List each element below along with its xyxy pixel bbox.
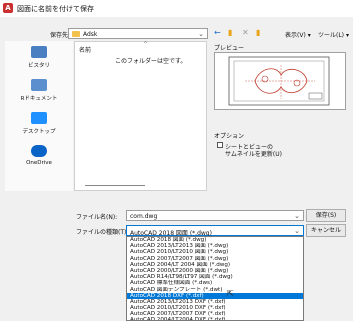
place-label: Rドキュメント [20, 96, 58, 102]
chevron-down-icon: ⌄ [294, 227, 300, 235]
options-label: オプション [214, 133, 245, 140]
new-folder-icon[interactable]: ▮ [256, 28, 260, 38]
preview-pane [214, 52, 346, 110]
drawing-thumbnail [228, 56, 330, 106]
tools-menu[interactable]: ツール(L) ▾ [318, 30, 349, 39]
place-label: ビスタリ [27, 63, 50, 69]
tools-label: ツール(L) [318, 32, 345, 39]
chevron-down-icon: ⌄ [198, 30, 204, 38]
empty-folder-message: このフォルダーは空です。 [115, 58, 187, 65]
place-desktop[interactable]: デスクトップ [5, 112, 73, 135]
filename-label: ファイル名(N): [76, 214, 118, 221]
app-icon: A [3, 3, 13, 13]
filename-value: com.dwg [130, 213, 158, 220]
folder-icon [72, 31, 80, 37]
place-onedrive[interactable]: OneDrive [5, 145, 73, 166]
horizontal-scrollbar[interactable] [85, 185, 145, 186]
save-in-dropdown[interactable]: Adsk ⌄ [68, 28, 208, 39]
back-arrow-icon[interactable]: ← [214, 28, 221, 38]
mouse-cursor-icon: ⇱ [227, 289, 234, 298]
folder-up-icon[interactable]: ▮ [228, 28, 232, 38]
place-library[interactable]: ビスタリ [5, 46, 73, 69]
library-icon [31, 46, 47, 58]
window-title: 図面に名前を付けて保存 [17, 5, 94, 13]
title-bar: A 図面に名前を付けて保存 [0, 0, 353, 17]
sort-caret-icon: ^ [143, 41, 149, 48]
column-name-header[interactable]: 名前 [79, 45, 91, 54]
place-label: OneDrive [26, 160, 52, 166]
chevron-down-icon: ⌄ [294, 212, 300, 220]
views-label: 表示(V) [285, 32, 306, 39]
save-in-value: Adsk [83, 31, 98, 38]
views-menu[interactable]: 表示(V) ▾ [285, 30, 311, 39]
place-documents[interactable]: Rドキュメント [5, 79, 73, 102]
delete-icon[interactable]: ✕ [242, 28, 249, 38]
file-list[interactable]: 名前 ^ このフォルダーは空です。 [74, 41, 207, 191]
update-thumbnails-checkbox[interactable] [217, 142, 223, 148]
filetype-options-list[interactable]: AutoCAD 2018 図面 (*.dwg) AutoCAD 2013/LT20… [126, 236, 304, 321]
filename-input[interactable]: com.dwg ⌄ [126, 210, 304, 221]
filetype-option[interactable]: AutoCAD 2004/LT2004 DXF (*.dxf) [127, 317, 303, 320]
onedrive-icon [31, 145, 47, 157]
save-button[interactable]: 保存(S) [306, 209, 346, 222]
filetype-label: ファイルの種類(T): [76, 229, 129, 236]
desktop-icon [31, 112, 47, 124]
place-label: デスクトップ [22, 129, 56, 135]
places-bar: ビスタリ Rドキュメント デスクトップ OneDrive [5, 41, 73, 191]
documents-icon [31, 79, 47, 91]
checkbox-label-line2: サムネイルを更新(U) [225, 151, 282, 158]
cancel-button[interactable]: キャンセル [306, 224, 346, 237]
preview-label: プレビュー [214, 45, 245, 52]
filetype-dropdown[interactable]: AutoCAD 2018 図面 (*.dwg) ⌄ [126, 225, 304, 237]
